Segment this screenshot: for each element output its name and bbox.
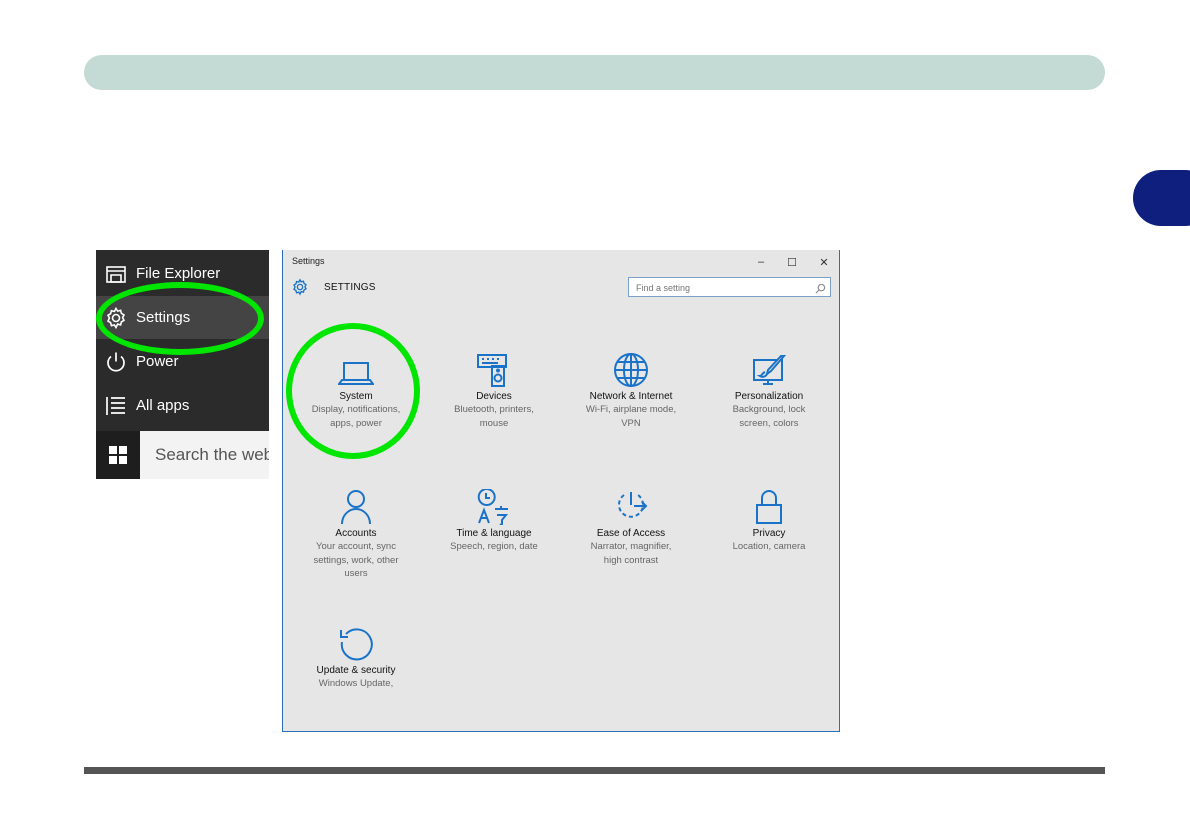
ease-of-access-icon xyxy=(567,483,695,525)
tile-description: Narrator, magnifier, high contrast xyxy=(567,540,695,567)
tile-ease-of-access[interactable]: Ease of Access Narrator, magnifier, high… xyxy=(567,483,695,567)
tile-time-language[interactable]: Time & language Speech, region, date xyxy=(430,483,558,554)
start-item-label: All apps xyxy=(136,397,190,414)
gear-icon xyxy=(291,278,309,301)
tile-description: Location, camera xyxy=(705,540,833,554)
lock-icon xyxy=(705,483,833,525)
tile-description-line: users xyxy=(344,568,368,579)
tile-description-line: apps, power xyxy=(330,417,382,429)
tile-description-line: Display, notifications, xyxy=(311,404,401,415)
tile-description: Your account, sync settings, work, other… xyxy=(292,540,420,581)
tile-description: Wi-Fi, airplane mode, VPN xyxy=(567,403,695,430)
tile-name: Accounts xyxy=(335,528,377,539)
start-item-label: File Explorer xyxy=(136,265,221,282)
tile-devices[interactable]: Devices Bluetooth, printers, mouse xyxy=(430,346,558,430)
page-title: SETTINGS xyxy=(324,282,376,293)
laptop-icon xyxy=(292,346,420,388)
tile-description-line: screen, colors xyxy=(739,417,799,429)
tile-description: Bluetooth, printers, mouse xyxy=(430,403,558,430)
window-title: Settings xyxy=(292,256,325,266)
chapter-tab xyxy=(1133,170,1190,226)
refresh-icon xyxy=(292,620,420,662)
tile-privacy[interactable]: Privacy Location, camera xyxy=(705,483,833,554)
tile-description-line: Location, camera xyxy=(732,541,806,552)
tile-description: Windows Update, xyxy=(292,677,420,691)
tile-system[interactable]: System Display, notifications, apps, pow… xyxy=(292,346,420,430)
taskbar: Search the web xyxy=(96,431,269,479)
maximize-button[interactable]: ☐ xyxy=(777,252,807,272)
windows-logo-icon xyxy=(109,446,127,464)
tile-update-security[interactable]: Update & security Windows Update, xyxy=(292,620,420,691)
tile-description: Display, notifications, apps, power xyxy=(292,403,420,430)
tile-description-line: Your account, sync xyxy=(316,541,396,552)
start-item-file-explorer[interactable]: File Explorer xyxy=(96,252,269,295)
tile-description-line: Windows Update, xyxy=(318,678,394,689)
start-item-power[interactable]: Power xyxy=(96,340,269,383)
tile-name: Privacy xyxy=(752,528,786,539)
tile-name: Devices xyxy=(476,391,512,402)
start-item-label: Settings xyxy=(136,309,191,326)
tile-description-line: Speech, region, date xyxy=(450,541,538,552)
globe-icon xyxy=(567,346,695,388)
paint-icon xyxy=(705,346,833,388)
tile-description-line: Bluetooth, printers, xyxy=(454,404,534,415)
minimize-button[interactable]: – xyxy=(746,252,776,272)
tile-description-line: Wi-Fi, airplane mode, xyxy=(585,404,677,415)
tile-name: Network & Internet xyxy=(589,391,673,402)
power-icon xyxy=(96,340,136,383)
tile-accounts[interactable]: Accounts Your account, sync settings, wo… xyxy=(292,483,420,581)
devices-icon xyxy=(430,346,558,388)
find-setting-box xyxy=(628,277,831,299)
tile-name: Ease of Access xyxy=(596,528,666,539)
list-icon xyxy=(96,384,136,427)
folder-icon xyxy=(96,252,136,295)
tile-description-line: mouse xyxy=(479,417,509,429)
time-language-icon xyxy=(430,483,558,525)
taskbar-search-box[interactable]: Search the web xyxy=(140,431,269,479)
start-item-settings[interactable]: Settings xyxy=(96,296,269,339)
tile-description-line: Narrator, magnifier, xyxy=(590,541,672,552)
gear-icon xyxy=(96,296,136,339)
windows-start-button[interactable] xyxy=(96,431,140,479)
tile-description-line: settings, work, other xyxy=(313,554,399,566)
tile-description-line: Background, lock xyxy=(732,404,806,415)
tile-name: Update & security xyxy=(316,665,396,676)
person-icon xyxy=(292,483,420,525)
start-item-all-apps[interactable]: All apps xyxy=(96,384,269,427)
close-button[interactable]: ✕ xyxy=(809,252,839,272)
footer-rule xyxy=(84,767,1105,774)
tile-name: Time & language xyxy=(456,528,532,539)
tile-description-line: high contrast xyxy=(603,554,659,566)
tile-personalization[interactable]: Personalization Background, lock screen,… xyxy=(705,346,833,430)
tile-network-internet[interactable]: Network & Internet Wi-Fi, airplane mode,… xyxy=(567,346,695,430)
tile-name: System xyxy=(339,391,373,402)
tile-description: Background, lock screen, colors xyxy=(705,403,833,430)
start-item-label: Power xyxy=(136,353,179,370)
start-menu: File Explorer Settings Power All apps Se… xyxy=(96,250,269,479)
search-input[interactable] xyxy=(629,278,818,298)
tile-description: Speech, region, date xyxy=(430,540,558,554)
tile-description-line: VPN xyxy=(621,417,641,429)
header-band xyxy=(84,55,1105,90)
search-icon[interactable] xyxy=(815,281,826,299)
settings-window: Settings – ☐ ✕ SETTINGS System Display, … xyxy=(282,250,840,732)
tile-name: Personalization xyxy=(734,391,804,402)
